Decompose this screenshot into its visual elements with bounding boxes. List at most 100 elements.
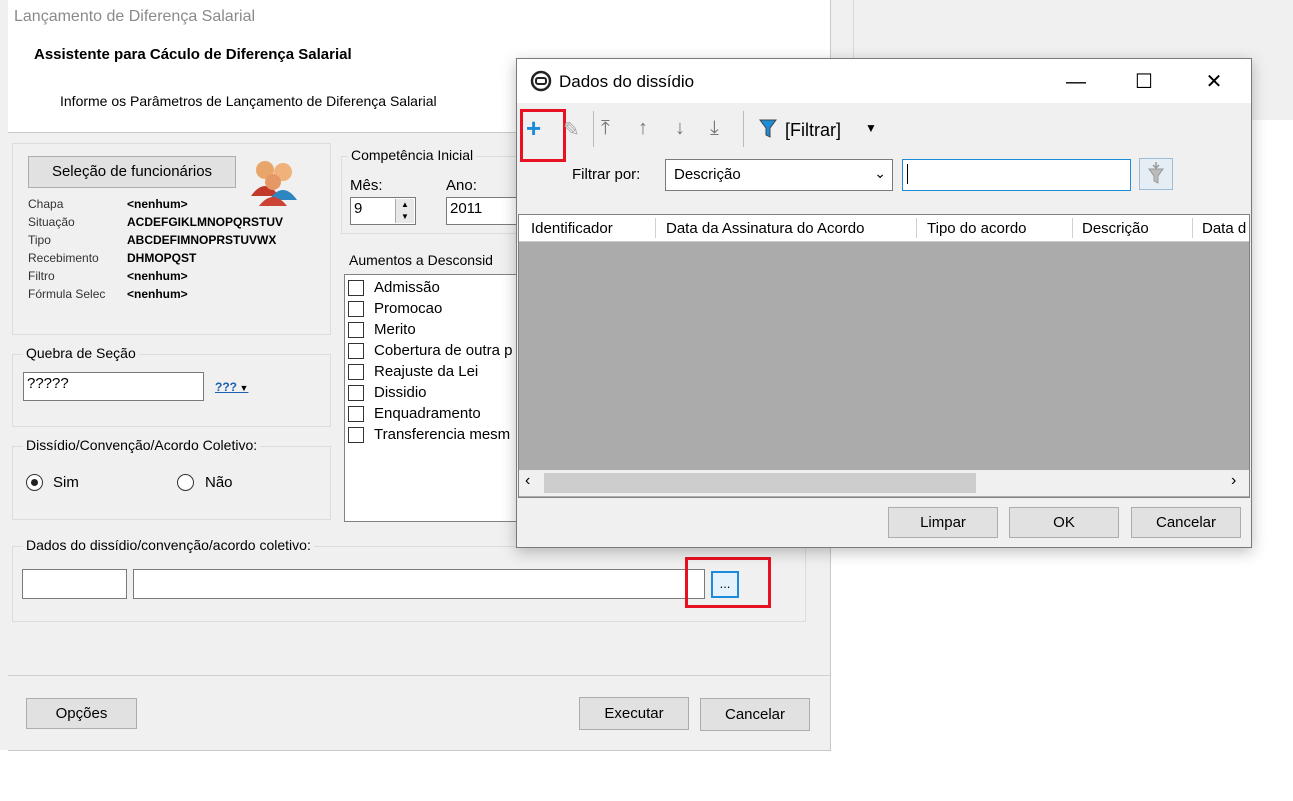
column-descricao[interactable]: Descrição [1082,220,1149,237]
increases-group: Aumentos a Desconsid Admissão Promocao M… [341,252,526,522]
checkbox-label-transferencia: Transferencia mesm [374,426,511,443]
spin-down-icon[interactable]: ▼ [396,211,414,223]
filter-icon[interactable] [759,119,777,139]
close-icon[interactable]: ✕ [1191,69,1237,95]
spin-up-icon[interactable]: ▲ [396,199,414,211]
section-break-value: ????? [27,375,69,392]
scroll-right-icon[interactable]: › [1231,472,1236,490]
column-tipo-acordo[interactable]: Tipo do acordo [927,220,1027,237]
param-label-recebimento: Recebimento [28,251,99,265]
checkbox-label-enquadramento: Enquadramento [374,405,481,422]
agreement-description-input[interactable] [133,569,705,599]
data-grid[interactable]: Identificador Data da Assinatura do Acor… [518,214,1250,498]
move-up-icon[interactable]: ↑ [638,117,648,140]
grid-header: Identificador Data da Assinatura do Acor… [519,215,1249,242]
app-logo-icon [530,70,552,92]
wizard-heading: Assistente para Cáculo de Diferença Sala… [34,46,352,63]
checkbox-transferencia[interactable] [348,427,364,443]
clear-button[interactable]: Limpar [888,507,998,538]
section-break-input[interactable]: ????? [23,372,204,401]
checkbox-label-merito: Merito [374,321,416,338]
param-value-recebimento: DHMOPQST [127,251,197,265]
filter-menu-arrow-icon[interactable]: ▼ [865,121,877,135]
year-label: Ano: [446,177,477,194]
year-value: 2011 [450,200,483,217]
year-input[interactable]: 2011 [446,197,518,225]
checkbox-label-promocao: Promocao [374,300,443,317]
toolbar-separator-2 [743,111,744,147]
scroll-left-icon[interactable]: ‹ [525,472,530,490]
month-spinner[interactable]: ▲ ▼ [395,199,414,223]
checkbox-reajuste[interactable] [348,364,364,380]
dropdown-arrow-icon: ▼ [237,383,249,393]
minimize-icon[interactable]: — [1053,69,1099,95]
radio-yes[interactable] [26,474,43,491]
param-value-tipo: ABCDEFIMNOPRSTUVWX [127,233,277,247]
radio-no[interactable] [177,474,194,491]
checkbox-label-admissao: Admissão [374,279,440,296]
maximize-icon[interactable]: ☐ [1121,69,1167,95]
wizard-subheading: Informe os Parâmetros de Lançamento de D… [60,93,437,109]
agreement-code-input[interactable] [22,569,127,599]
checkbox-promocao[interactable] [348,301,364,317]
section-break-menu-button[interactable]: ??? ▼ [215,375,257,399]
chevron-down-icon: ⌄ [874,165,886,181]
column-data-assinatura[interactable]: Data da Assinatura do Acordo [666,220,864,237]
checkbox-admissao[interactable] [348,280,364,296]
param-label-formula: Fórmula Selec [28,287,106,301]
competencia-group: Competência Inicial Mês: 9 ▲ ▼ Ano: 2011 [341,147,523,234]
options-button[interactable]: Opções [26,698,137,729]
wizard-title: Lançamento de Diferença Salarial [14,8,256,25]
filter-field-value: Descrição [674,166,741,183]
section-break-glyph: ??? [215,380,237,394]
column-data[interactable]: Data d [1202,220,1248,237]
param-label-chapa: Chapa [28,197,64,211]
cancel-button[interactable]: Cancelar [700,698,810,731]
highlight-browse-button [685,557,771,608]
column-divider [1072,218,1073,238]
competencia-title: Competência Inicial [348,147,477,163]
month-label: Mês: [350,177,383,194]
select-employees-button[interactable]: Seleção de funcionários [28,156,236,188]
checkbox-merito[interactable] [348,322,364,338]
edit-icon[interactable]: ✎ [563,117,580,142]
column-divider [916,218,917,238]
agreement-title: Dissídio/Convenção/Acordo Coletivo: [23,437,261,453]
param-label-filtro: Filtro [28,269,55,283]
horizontal-scrollbar[interactable]: ‹ › [519,470,1249,496]
param-value-situacao: ACDEFGIKLMNOPQRSTUV [127,215,283,229]
background-area-bottom [0,750,830,801]
move-down-icon[interactable]: ↓ [675,117,685,140]
param-value-formula: <nenhum> [127,287,188,301]
dialog-title: Dados do dissídio [559,72,695,91]
execute-button[interactable]: Executar [579,697,689,730]
dialog-cancel-button[interactable]: Cancelar [1131,507,1241,538]
column-identificador[interactable]: Identificador [531,220,613,237]
ok-button[interactable]: OK [1009,507,1119,538]
agreement-group: Dissídio/Convenção/Acordo Coletivo: Sim … [12,437,331,520]
checkbox-cobertura[interactable] [348,343,364,359]
move-last-icon[interactable]: ⤓ [710,117,719,140]
text-cursor [907,164,908,184]
param-value-chapa: <nenhum> [127,197,188,211]
checkbox-label-dissidio: Dissidio [374,384,427,401]
dialog-titlebar: Dados do dissídio — ☐ ✕ [517,59,1251,103]
checkbox-dissidio[interactable] [348,385,364,401]
filter-by-label: Filtrar por: [572,166,641,183]
checkbox-enquadramento[interactable] [348,406,364,422]
radio-no-label: Não [205,474,233,491]
filter-field-select[interactable]: Descrição ⌄ [665,159,893,191]
filter-text-input[interactable] [902,159,1131,191]
wizard-titlebar: Lançamento de Diferença Salarial [8,0,830,34]
filter-menu-label[interactable]: [Filtrar] [785,120,841,141]
scrollbar-thumb[interactable] [544,473,976,493]
param-value-filtro: <nenhum> [127,269,188,283]
move-first-icon[interactable]: ⤒ [601,117,610,140]
increases-list: Admissão Promocao Merito Cobertura de ou… [344,274,526,522]
column-divider [1192,218,1193,238]
increases-title: Aumentos a Desconsid [349,252,493,268]
param-label-situacao: Situação [28,215,75,229]
footer-divider [8,675,830,676]
apply-filter-button[interactable] [1139,158,1173,190]
checkbox-label-cobertura: Cobertura de outra p [374,342,513,359]
